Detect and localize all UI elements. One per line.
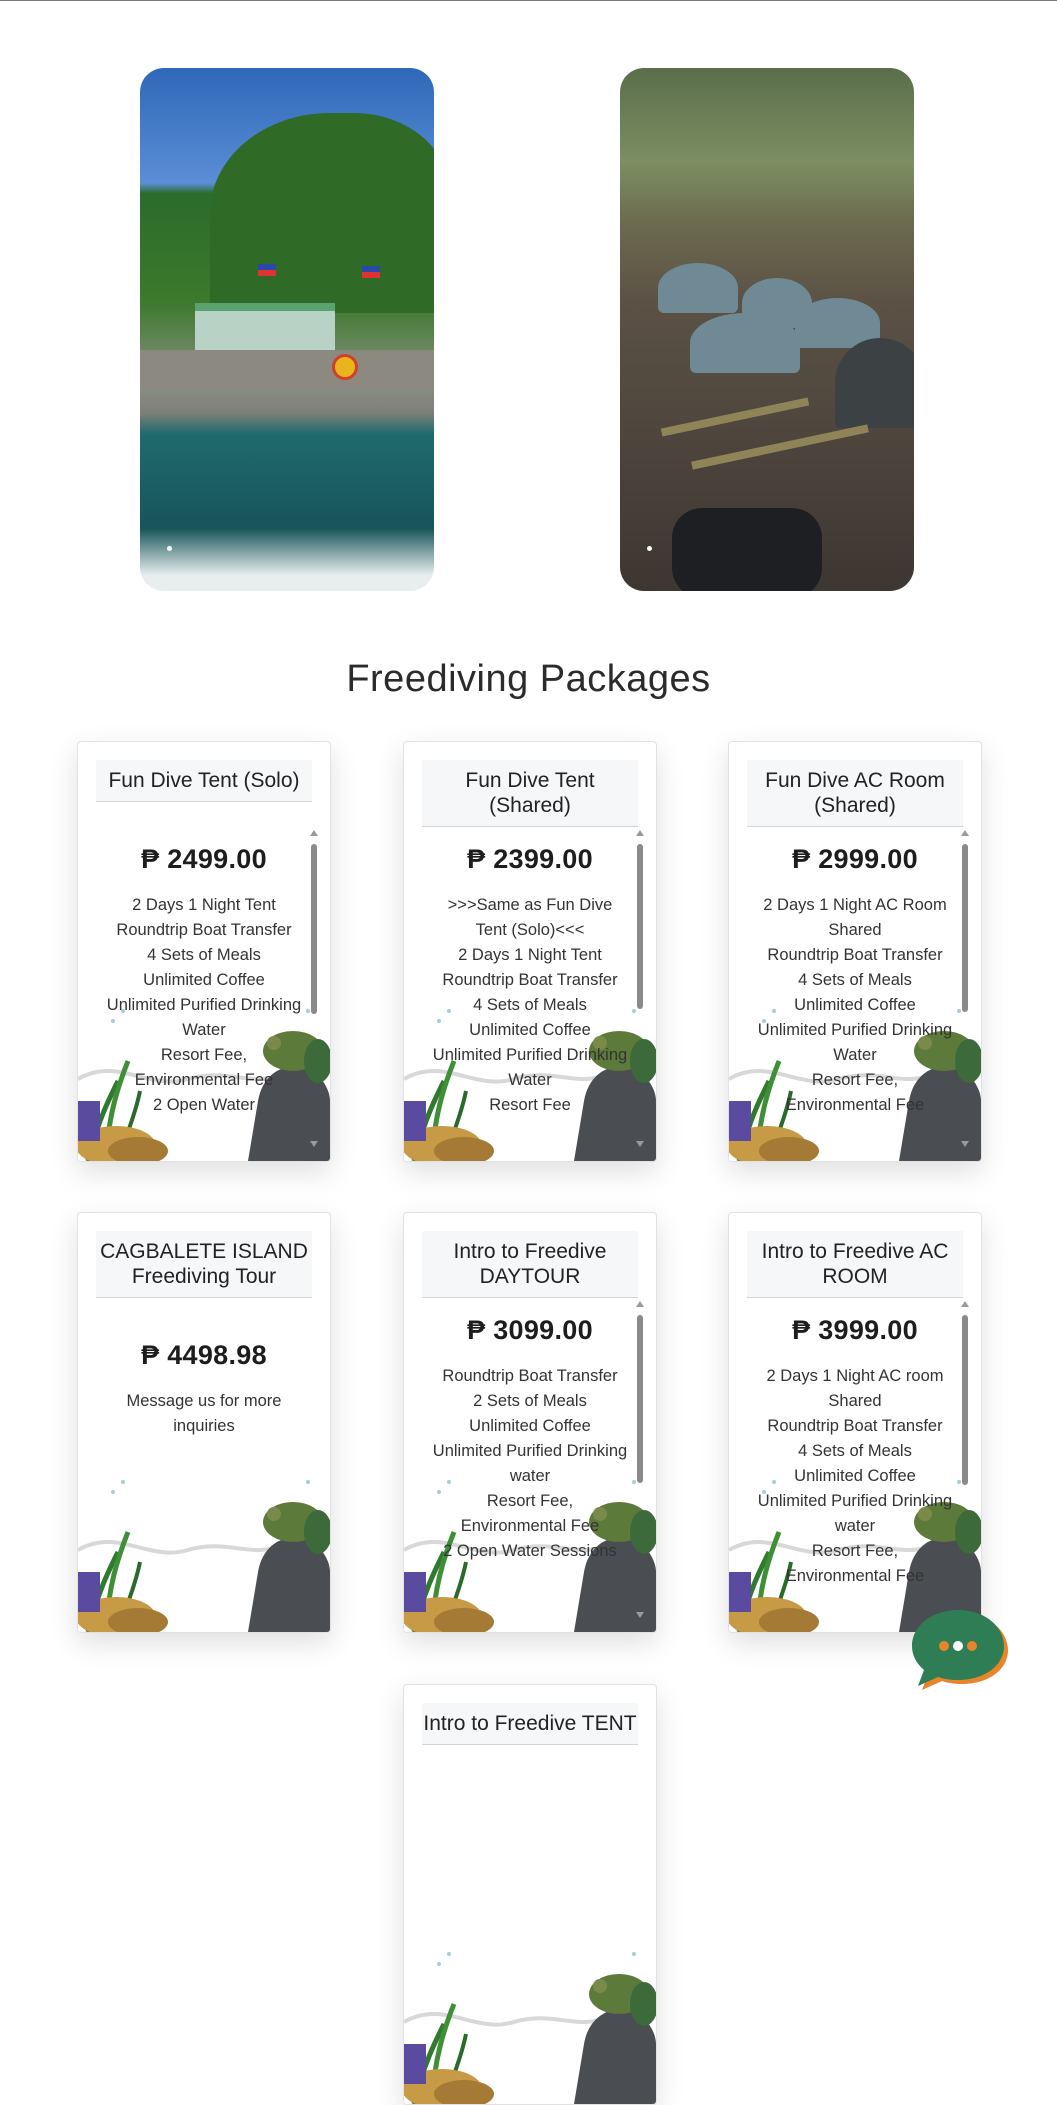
scroll-down-icon[interactable]	[310, 1141, 318, 1147]
package-details[interactable]: ₱ 2499.00 2 Days 1 Night Tent Roundtrip Bo…	[96, 830, 312, 1147]
package-card: CAGBALETE ISLAND Freediving Tour ₱ 4498.9…	[77, 1212, 331, 1633]
feature-item: 4 Sets of Meals	[798, 971, 912, 989]
feature-item: Resort Fee,	[486, 1492, 574, 1510]
package-features: 2 Days 1 Night AC Room Shared Roundtrip B…	[747, 893, 963, 1118]
package-scrollbar[interactable]	[634, 1301, 646, 1618]
feature-item: Resort Fee,	[811, 1071, 899, 1089]
campsite-photo[interactable]	[620, 68, 914, 591]
scroll-up-icon[interactable]	[636, 1301, 644, 1307]
scroll-thumb[interactable]	[637, 844, 643, 1009]
feature-item: Unlimited Coffee	[143, 971, 265, 989]
package-features: 2 Days 1 Night Tent Roundtrip Boat Transf…	[96, 893, 312, 1118]
feature-item: 2 Days 1 Night AC room Shared	[766, 1367, 944, 1410]
chat-bubble-icon[interactable]	[910, 1608, 1010, 1692]
package-card: Intro to Freedive TENT	[403, 1684, 657, 2105]
package-title: Intro to Freedive AC ROOM	[747, 1231, 963, 1298]
feature-item: 4 Sets of Meals	[147, 946, 261, 964]
package-price: ₱ 2499.00	[141, 844, 267, 874]
package-features: >>>Same as Fun Dive Tent (Solo)<<< 2 Days…	[422, 893, 638, 1118]
feature-item: 2 Days 1 Night AC Room Shared	[763, 896, 947, 939]
scroll-down-icon[interactable]	[636, 1612, 644, 1618]
scroll-down-icon[interactable]	[636, 1141, 644, 1147]
feature-item: Unlimited Purified Drinking Water	[432, 1046, 628, 1089]
feature-item: Unlimited Coffee	[794, 996, 916, 1014]
package-title: Fun Dive Tent (Solo)	[96, 760, 312, 802]
package-features: 2 Days 1 Night AC room Shared Roundtrip B…	[747, 1364, 963, 1589]
package-price: ₱ 3099.00	[467, 1315, 593, 1345]
feature-item: Unlimited Purified Drinking water	[432, 1442, 628, 1485]
feature-item: 4 Sets of Meals	[473, 996, 587, 1014]
package-scrollbar[interactable]	[959, 1301, 971, 1618]
feature-item: Unlimited Purified Drinking Water	[757, 1021, 953, 1064]
carousel-indicator-dot[interactable]	[167, 546, 172, 551]
scroll-thumb[interactable]	[962, 844, 968, 1012]
package-title: Intro to Freedive DAYTOUR	[422, 1231, 638, 1298]
feature-item: Environmental Fee	[134, 1071, 274, 1089]
package-title: Fun Dive AC Room (Shared)	[747, 760, 963, 827]
feature-item: Roundtrip Boat Transfer	[442, 971, 618, 989]
package-details[interactable]: ₱ 4498.98 Message us for more inquiries	[96, 1326, 312, 1618]
scroll-up-icon[interactable]	[961, 1301, 969, 1307]
scroll-up-icon[interactable]	[961, 830, 969, 836]
feature-item: Resort Fee,	[811, 1542, 899, 1560]
package-scrollbar[interactable]	[634, 830, 646, 1147]
package-price: ₱ 3999.00	[792, 1315, 918, 1345]
resort-building	[195, 303, 335, 353]
section-title: Freediving Packages	[346, 658, 711, 700]
package-features: Roundtrip Boat Transfer 2 Sets of Meals Un…	[422, 1364, 638, 1564]
feature-item: Unlimited Coffee	[469, 1417, 591, 1435]
package-card: Fun Dive Tent (Shared) ₱ 2399.00 >>>Same a…	[403, 741, 657, 1162]
feature-item: Roundtrip Boat Transfer	[767, 946, 943, 964]
feature-item: Roundtrip Boat Transfer	[442, 1367, 618, 1385]
feature-item: 2 Sets of Meals	[473, 1392, 587, 1410]
scroll-down-icon[interactable]	[961, 1141, 969, 1147]
feature-item: Resort Fee,	[160, 1046, 248, 1064]
feature-item: Unlimited Purified Drinking water	[757, 1492, 953, 1535]
feature-item: Roundtrip Boat Transfer	[116, 921, 292, 939]
island-photo[interactable]	[140, 68, 434, 591]
feature-item: 4 Sets of Meals	[798, 1442, 912, 1460]
feature-item: Environmental Fee	[785, 1096, 925, 1114]
feature-item: Message us for more inquiries	[126, 1392, 282, 1435]
package-scrollbar[interactable]	[308, 830, 320, 1147]
feature-item: 2 Open Water Sessions	[443, 1542, 617, 1560]
package-card: Intro to Freedive DAYTOUR ₱ 3099.00 Roundt…	[403, 1212, 657, 1633]
package-details[interactable]: ₱ 3099.00 Roundtrip Boat Transfer 2 Sets o…	[422, 1301, 638, 1618]
feature-item: Roundtrip Boat Transfer	[767, 1417, 943, 1435]
feature-item: Environmental Fee	[460, 1517, 600, 1535]
scroll-up-icon[interactable]	[310, 830, 318, 836]
package-card: Intro to Freedive AC ROOM ₱ 3999.00 2 Days…	[728, 1212, 982, 1633]
package-features: Message us for more inquiries	[96, 1389, 312, 1439]
scroll-thumb[interactable]	[311, 844, 317, 1014]
package-details[interactable]	[422, 1773, 638, 2090]
package-details[interactable]: ₱ 2999.00 2 Days 1 Night AC Room Shared Ro…	[747, 830, 963, 1147]
scroll-thumb[interactable]	[962, 1315, 968, 1485]
feature-item: Unlimited Purified Drinking Water	[106, 996, 302, 1039]
package-card: Fun Dive Tent (Solo) ₱ 2499.00 2 Days 1 Ni…	[77, 741, 331, 1162]
package-card: Fun Dive AC Room (Shared) ₱ 2999.00 2 Days…	[728, 741, 982, 1162]
feature-item: 2 Days 1 Night Tent	[458, 946, 602, 964]
package-price: ₱ 2999.00	[792, 844, 918, 874]
feature-item: Unlimited Coffee	[469, 1021, 591, 1039]
scroll-thumb[interactable]	[637, 1315, 643, 1483]
package-title: Intro to Freedive TENT	[422, 1703, 638, 1745]
feature-item: Environmental Fee	[785, 1567, 925, 1585]
package-title: Fun Dive Tent (Shared)	[422, 760, 638, 827]
feature-item: Unlimited Coffee	[794, 1467, 916, 1485]
feature-item: >>>Same as Fun Dive Tent (Solo)<<<	[447, 896, 613, 939]
package-scrollbar[interactable]	[959, 830, 971, 1147]
package-details[interactable]: ₱ 2399.00 >>>Same as Fun Dive Tent (Solo)…	[422, 830, 638, 1147]
package-details[interactable]: ₱ 3999.00 2 Days 1 Night AC room Shared Ro…	[747, 1301, 963, 1618]
package-price: ₱ 2399.00	[467, 844, 593, 874]
feature-item: Resort Fee	[489, 1096, 571, 1114]
carousel-indicator-dot[interactable]	[647, 546, 652, 551]
package-title: CAGBALETE ISLAND Freediving Tour	[96, 1231, 312, 1298]
top-divider	[0, 0, 1057, 1]
package-price: ₱ 4498.98	[141, 1340, 267, 1370]
feature-item: 2 Days 1 Night Tent	[132, 896, 276, 914]
scroll-up-icon[interactable]	[636, 830, 644, 836]
feature-item: 2 Open Water	[152, 1096, 256, 1114]
